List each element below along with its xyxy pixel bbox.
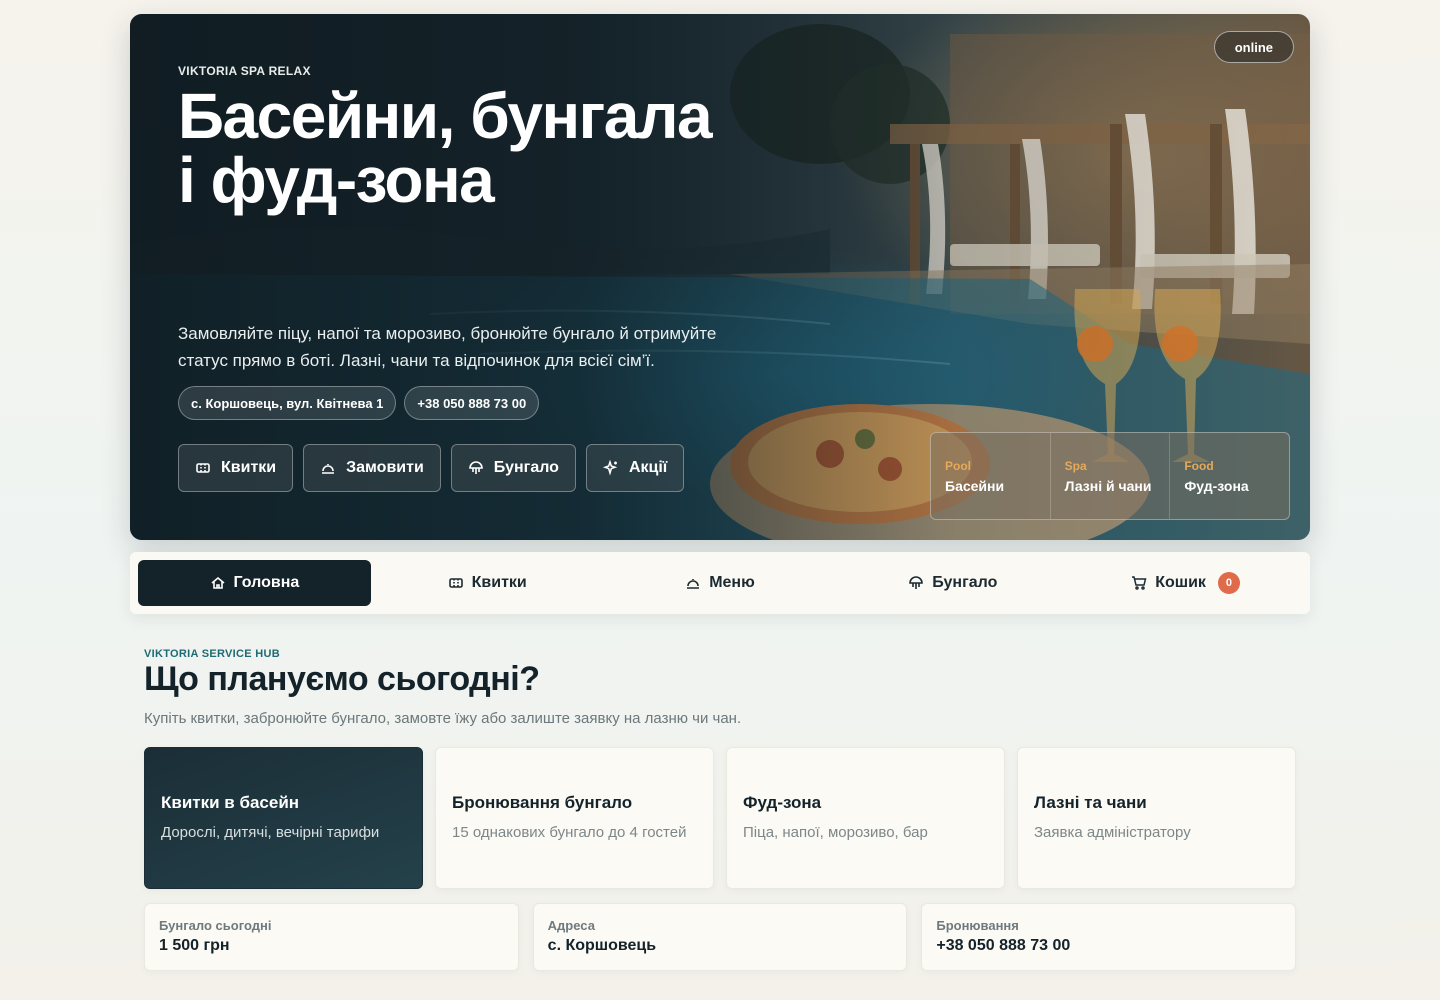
cart-count-badge: 0	[1217, 572, 1240, 594]
section-description: Купіть квитки, забронюйте бунгало, замов…	[144, 710, 742, 727]
stat-value: +38 050 888 73 00	[936, 937, 1071, 954]
service-title: Квитки в басейн	[161, 792, 300, 812]
promotions-button-label: Акції	[628, 459, 668, 476]
cart-icon	[1132, 576, 1147, 590]
feature-spa[interactable]: Spa Лазні й чани	[1051, 433, 1171, 519]
umbrella-icon	[909, 576, 924, 589]
hero-subtitle: Замовляйте піцу, напої та морозиво, брон…	[178, 324, 717, 370]
nav-item-bungalow[interactable]: Бунгало	[836, 560, 1069, 606]
feature-strip: Pool Басейни Spa Лазні й чани Food Фуд-з…	[930, 432, 1290, 520]
ticket-icon	[448, 578, 463, 588]
service-card-bungalow[interactable]: Бронювання бунгало 15 однакових бунгало …	[435, 747, 714, 889]
contact-chips: с. Коршовець, вул. Квітнева 1 +38 050 88…	[178, 386, 540, 420]
ticket-icon	[196, 463, 210, 473]
service-card-pool-tickets[interactable]: Квитки в басейн Дорослі, дитячі, вечірні…	[144, 747, 423, 889]
stat-label: Адреса	[547, 918, 595, 933]
nav-item-label: Бунгало	[932, 574, 998, 591]
tickets-button[interactable]: Квитки	[178, 444, 294, 492]
feature-pool[interactable]: Pool Басейни	[931, 433, 1051, 519]
stat-label: Бунгало сьогодні	[159, 918, 272, 933]
nav-item-cart[interactable]: Кошик 0	[1069, 560, 1302, 606]
service-description: Дорослі, дитячі, вечірні тарифи	[161, 823, 380, 841]
bungalow-button-label: Бунгало	[493, 459, 559, 476]
phone-chip[interactable]: +38 050 888 73 00	[404, 386, 540, 420]
cloche-icon	[687, 579, 700, 589]
service-description: Заявка адміністратору	[1034, 823, 1191, 841]
nav-item-label: Меню	[709, 574, 755, 591]
bungalow-button[interactable]: Бунгало	[450, 444, 576, 492]
address-chip[interactable]: с. Коршовець, вул. Квітнева 1	[178, 386, 397, 420]
order-button[interactable]: Замовити	[303, 444, 441, 492]
feature-name: Лазні й чани	[1064, 478, 1152, 494]
feature-tag: Food	[1184, 459, 1214, 473]
feature-food[interactable]: Food Фуд-зона	[1170, 433, 1289, 519]
main-nav: Головна Квитки Меню Бунгало Кошик 0	[130, 552, 1310, 614]
feature-name: Фуд-зона	[1184, 478, 1249, 494]
service-description: 15 однакових бунгало до 4 гостей	[452, 823, 687, 841]
order-button-label: Замовити	[346, 459, 424, 476]
nav-item-home[interactable]: Головна	[138, 560, 371, 606]
service-card-food[interactable]: Фуд-зона Піца, напої, морозиво, бар	[726, 747, 1005, 889]
home-icon	[210, 576, 225, 589]
nav-item-menu[interactable]: Меню	[604, 560, 837, 606]
tickets-button-label: Квитки	[221, 459, 277, 476]
section-eyebrow: VIKTORIA SERVICE HUB	[144, 648, 280, 660]
section-title: Що плануємо сьогодні?	[144, 660, 540, 698]
service-cards: Квитки в басейн Дорослі, дитячі, вечірні…	[144, 747, 1296, 889]
nav-item-label: Квитки	[471, 574, 527, 591]
feature-tag: Pool	[945, 459, 971, 473]
stat-label: Бронювання	[936, 918, 1019, 933]
info-stats: Бунгало сьогодні 1 500 грн Адреса с. Кор…	[144, 903, 1297, 971]
stat-value: с. Коршовець	[547, 937, 657, 954]
hero-banner: VIKTORIA SPA RELAX Басейни, бунгала і фу…	[130, 14, 1310, 540]
stat-booking-phone[interactable]: Бронювання +38 050 888 73 00	[921, 903, 1297, 971]
service-title: Бронювання бунгало	[452, 792, 633, 812]
nav-item-label: Головна	[233, 574, 300, 591]
promotions-button[interactable]: Акції	[585, 444, 685, 492]
stat-value: 1 500 грн	[159, 937, 230, 954]
service-description: Піца, напої, морозиво, бар	[743, 823, 928, 841]
service-title: Фуд-зона	[743, 792, 822, 812]
online-status-badge: online	[1213, 31, 1294, 63]
hero-content: VIKTORIA SPA RELAX Басейни, бунгала і фу…	[178, 14, 878, 540]
cloche-icon	[322, 464, 335, 474]
umbrella-icon	[468, 461, 483, 474]
stat-bungalow-price: Бунгало сьогодні 1 500 грн	[144, 903, 519, 971]
brand-name: VIKTORIA SPA RELAX	[178, 64, 311, 78]
nav-item-tickets[interactable]: Квитки	[371, 560, 604, 606]
stat-address: Адреса с. Коршовець	[532, 903, 908, 971]
feature-tag: Spa	[1064, 459, 1087, 473]
nav-item-label: Кошик	[1155, 574, 1206, 591]
service-card-spa[interactable]: Лазні та чани Заявка адміністратору	[1017, 747, 1296, 889]
sparkle-icon	[602, 460, 618, 476]
service-title: Лазні та чани	[1034, 792, 1147, 812]
hero-title: Басейни, бунгала і фуд-зона	[178, 80, 713, 216]
feature-name: Басейни	[945, 478, 1005, 494]
hero-actions: Квитки Замовити Бунгало Акції	[178, 444, 685, 492]
